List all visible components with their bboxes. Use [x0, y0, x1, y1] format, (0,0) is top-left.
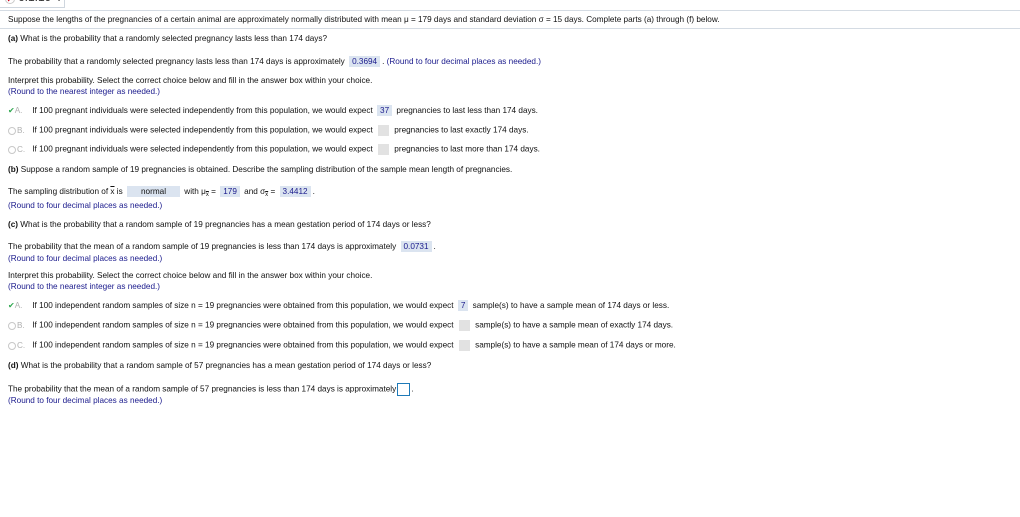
part-d-label: (d): [8, 361, 19, 370]
part-a-choice-c[interactable]: C. If 100 pregnant individuals were sele…: [8, 144, 540, 155]
radio-icon: [8, 341, 16, 350]
part-c-answer-line: The probability that the mean of a rando…: [8, 241, 436, 252]
checkmark-icon: ✔: [8, 301, 15, 310]
answer-prefix: The probability that the mean of a rando…: [8, 242, 397, 251]
choice-text: If 100 independent random samples of siz…: [32, 340, 454, 350]
choice-a-radio[interactable]: ✔A.: [8, 106, 30, 115]
choice-c-answer-box[interactable]: [378, 144, 390, 155]
radio-icon: [8, 321, 16, 330]
choice-text: If 100 pregnant individuals were selecte…: [32, 106, 373, 115]
part-c-choice-c[interactable]: C. If 100 independent random samples of …: [8, 340, 676, 351]
part-c-interpret-round: (Round to the nearest integer as needed.…: [8, 282, 161, 291]
part-c-round-note: (Round to four decimal places as needed.…: [8, 254, 163, 263]
answer-suffix: .: [433, 242, 436, 251]
sigma-subscript: x: [265, 192, 269, 198]
choice-b-answer-box[interactable]: [458, 320, 470, 331]
period: .: [312, 187, 315, 196]
part-c-label: (c): [8, 220, 19, 229]
radio-icon: [8, 145, 16, 154]
choice-text-suffix: pregnancies to last exactly 174 days.: [394, 125, 529, 135]
choice-a-answer-box[interactable]: 7: [457, 300, 469, 311]
part-a-choice-b[interactable]: B. If 100 pregnant individuals were sele…: [8, 125, 529, 136]
part-c-question-text: What is the probability that a random sa…: [20, 220, 431, 229]
choice-text-suffix: pregnancies to last less than 174 days.: [396, 106, 538, 115]
checkmark-icon: ✔: [8, 106, 15, 115]
equals: =: [270, 187, 276, 196]
answer-prefix: The probability that the mean of a rando…: [8, 384, 397, 394]
distribution-answer-box[interactable]: normal: [126, 186, 181, 197]
divider: [0, 10, 1020, 11]
choice-letter: B.: [17, 125, 25, 135]
choice-text: If 100 pregnant individuals were selecte…: [32, 144, 373, 154]
part-a-choice-a[interactable]: ✔A. If 100 pregnant individuals were sel…: [8, 105, 538, 116]
part-d-round-note: (Round to four decimal places as needed.…: [8, 396, 163, 405]
choice-letter: A.: [14, 106, 23, 115]
equals: =: [211, 187, 216, 196]
round-note: (Round to four decimal places as needed.…: [386, 57, 541, 66]
part-c-choice-b[interactable]: B. If 100 independent random samples of …: [8, 320, 673, 331]
radio-icon: [8, 126, 16, 135]
answer-suffix: .: [411, 384, 414, 394]
sigma-label: and σ: [244, 187, 266, 196]
choice-text: If 100 independent random samples of siz…: [32, 320, 454, 330]
part-c-interpret-prompt: Interpret this probability. Select the c…: [8, 271, 373, 280]
is-text: is: [116, 187, 123, 196]
choice-text: If 100 pregnant individuals were selecte…: [32, 125, 373, 135]
part-a-interpret-round: (Round to the nearest integer as needed.…: [8, 87, 161, 96]
divider: [0, 28, 1020, 29]
part-d-question-text: What is the probability that a random sa…: [20, 361, 432, 370]
part-b-answer-line: The sampling distribution of x is normal…: [8, 186, 315, 198]
part-a-interpret-prompt: Interpret this probability. Select the c…: [8, 76, 373, 85]
choice-b-radio[interactable]: B.: [8, 321, 30, 330]
problem-tab[interactable]: 6.1.19-T: [0, 0, 65, 8]
part-a-question-text: What is the probability that a randomly …: [20, 34, 328, 43]
part-c-answer-box[interactable]: 0.0731: [400, 241, 432, 252]
choice-letter: C.: [17, 144, 26, 154]
part-d-question: (d) What is the probability that a rando…: [8, 361, 431, 370]
mu-subscript: x: [205, 192, 209, 198]
part-b-question: (b) Suppose a random sample of 19 pregna…: [8, 165, 512, 174]
part-d-answer-line: The probability that the mean of a rando…: [8, 383, 414, 396]
part-d-answer-input[interactable]: [397, 383, 411, 396]
part-b-round-note: (Round to four decimal places as needed.…: [8, 201, 163, 210]
choice-c-radio[interactable]: C.: [8, 145, 30, 154]
choice-text-suffix: sample(s) to have a sample mean of 174 d…: [472, 301, 670, 310]
problem-id: 6.1.19-T: [18, 0, 63, 4]
choice-letter: B.: [17, 320, 25, 330]
answer-prefix: The sampling distribution of: [8, 187, 109, 196]
choice-text: If 100 independent random samples of siz…: [32, 301, 454, 310]
mu-label: with μ: [184, 187, 206, 196]
choice-c-radio[interactable]: C.: [8, 341, 30, 350]
sigma-answer-box[interactable]: 3.4412: [279, 186, 311, 197]
part-a-label: (a): [8, 34, 19, 43]
choice-b-answer-box[interactable]: [378, 125, 390, 136]
part-b-question-text: Suppose a random sample of 19 pregnancie…: [20, 165, 513, 174]
part-a-answer-line: The probability that a randomly selected…: [8, 56, 541, 67]
choice-a-radio[interactable]: ✔A.: [8, 301, 30, 310]
mu-answer-box[interactable]: 179: [220, 186, 240, 197]
part-c-choice-a[interactable]: ✔A. If 100 independent random samples of…: [8, 300, 669, 311]
part-a-question: (a) What is the probability that a rando…: [8, 34, 327, 43]
choice-b-radio[interactable]: B.: [8, 126, 30, 135]
incorrect-x-icon: [5, 0, 15, 4]
part-b-label: (b): [8, 165, 19, 174]
part-c-question: (c) What is the probability that a rando…: [8, 220, 431, 229]
choice-letter: C.: [17, 340, 26, 350]
part-a-answer-box[interactable]: 0.3694: [349, 56, 381, 67]
xbar-symbol: x: [110, 187, 115, 196]
choice-c-answer-box[interactable]: [458, 340, 470, 351]
problem-intro: Suppose the lengths of the pregnancies o…: [8, 15, 720, 24]
choice-text-suffix: pregnancies to last more than 174 days.: [394, 144, 540, 154]
choice-letter: A.: [14, 301, 23, 310]
answer-prefix: The probability that a randomly selected…: [8, 57, 345, 66]
choice-text-suffix: sample(s) to have a sample mean of 174 d…: [475, 340, 676, 350]
choice-text-suffix: sample(s) to have a sample mean of exact…: [475, 320, 674, 330]
answer-suffix: .: [382, 57, 385, 66]
choice-a-answer-box[interactable]: 37: [377, 105, 393, 116]
